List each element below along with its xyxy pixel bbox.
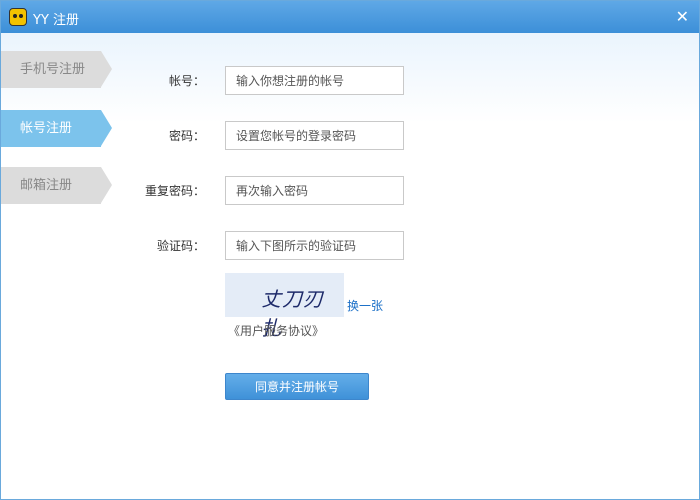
password-label: 密码： <box>168 129 205 143</box>
account-label: 帐号： <box>168 74 205 88</box>
service-agreement-link[interactable]: 《用户服务协议》 <box>228 322 324 339</box>
registration-content: 手机号注册 帐号注册 邮箱注册 帐号： 密码： 重复密码： 验证码： 丈刀刃扎 … <box>1 33 699 499</box>
yy-logo-icon <box>9 8 27 26</box>
captcha-image[interactable]: 丈刀刃扎 <box>225 273 344 340</box>
tab-label: 手机号注册 <box>20 62 86 77</box>
refresh-captcha-link[interactable]: 换一张 <box>347 297 383 314</box>
tab-account-register[interactable]: 帐号注册 <box>1 110 112 147</box>
password-input[interactable] <box>225 121 404 150</box>
title-bar[interactable]: YY 注册 ✕ <box>1 1 699 33</box>
agree-register-button[interactable]: 同意并注册帐号 <box>225 373 369 400</box>
account-input[interactable] <box>225 66 404 95</box>
tab-email-register[interactable]: 邮箱注册 <box>1 167 112 204</box>
tab-phone-register[interactable]: 手机号注册 <box>1 51 112 88</box>
captcha-label: 验证码： <box>156 239 205 253</box>
registration-window: YY 注册 ✕ 手机号注册 帐号注册 邮箱注册 帐号： 密码： 重复密码： 验证… <box>0 0 700 500</box>
confirm-password-input[interactable] <box>225 176 404 205</box>
captcha-input[interactable] <box>225 231 404 260</box>
tab-label: 帐号注册 <box>20 121 73 136</box>
window-title: YY 注册 <box>33 13 80 28</box>
close-icon[interactable]: ✕ <box>676 7 689 26</box>
confirm-password-label: 重复密码： <box>144 184 205 198</box>
tab-label: 邮箱注册 <box>20 178 73 193</box>
